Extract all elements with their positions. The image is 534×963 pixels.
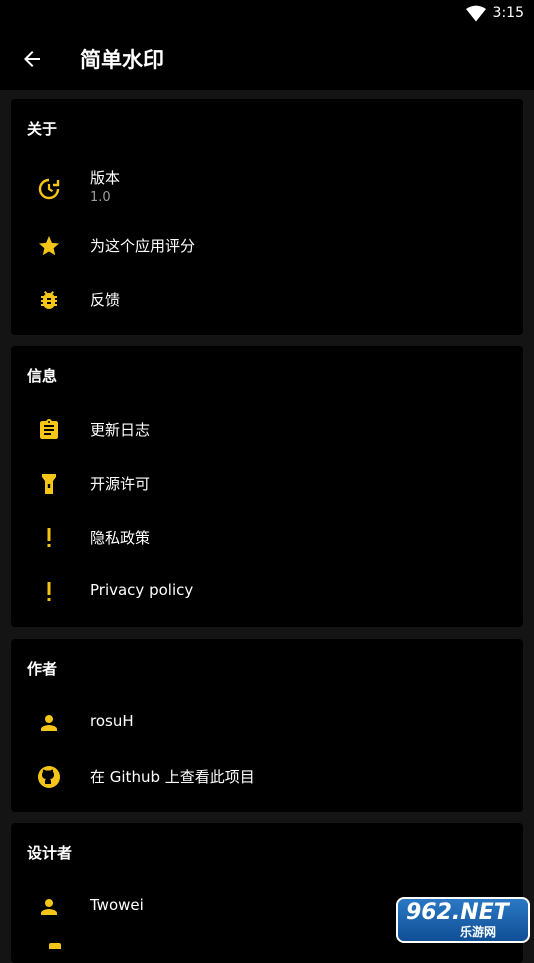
github-label: 在 Github 上查看此项目	[90, 768, 255, 786]
privacy-policy-cn-item[interactable]: 隐私政策	[11, 511, 523, 565]
feedback-label: 反馈	[90, 291, 121, 309]
info-card: 信息 更新日志 开源许可 隐私政策 Privacy policy	[11, 346, 523, 627]
author-section-title: 作者	[27, 660, 58, 678]
designer-section-title: 设计者	[27, 844, 73, 862]
back-arrow-icon[interactable]	[20, 47, 44, 71]
info-section-title: 信息	[27, 367, 58, 385]
version-label: 版本	[90, 169, 121, 187]
partial-icon	[49, 943, 61, 949]
github-item[interactable]: 在 Github 上查看此项目	[11, 750, 523, 804]
open-source-license-label: 开源许可	[90, 475, 151, 493]
version-value: 1.0	[90, 190, 111, 205]
author-card: 作者 rosuH 在 Github 上查看此项目	[11, 639, 523, 812]
github-icon	[38, 766, 60, 788]
update-clock-icon	[38, 178, 60, 200]
clipboard-icon	[40, 419, 58, 439]
rate-app-item[interactable]: 为这个应用评分	[11, 219, 523, 273]
privacy-policy-cn-label: 隐私政策	[90, 529, 151, 547]
about-card: 关于 版本 1.0 为这个应用评分 反馈	[11, 99, 523, 335]
privacy-policy-en-item[interactable]: Privacy policy	[11, 565, 523, 619]
exclamation-icon	[47, 528, 51, 547]
changelog-label: 更新日志	[90, 421, 151, 439]
changelog-item[interactable]: 更新日志	[11, 403, 523, 457]
open-source-license-item[interactable]: 开源许可	[11, 457, 523, 511]
status-time: 3:15	[492, 5, 524, 21]
exclamation-icon	[47, 582, 51, 601]
designer-name: Twowei	[90, 896, 144, 914]
about-section-title: 关于	[27, 120, 58, 138]
person-icon	[41, 715, 57, 731]
app-bar: 简单水印	[0, 28, 534, 90]
flashlight-icon	[42, 474, 56, 494]
wifi-icon	[466, 5, 486, 22]
feedback-item[interactable]: 反馈	[11, 273, 523, 327]
page-title: 简单水印	[80, 48, 164, 72]
author-name: rosuH	[90, 712, 134, 730]
watermark-text-bottom: 乐游网	[460, 925, 497, 939]
site-watermark: 962.NET 乐游网	[396, 897, 530, 943]
person-icon	[41, 899, 57, 915]
rate-app-label: 为这个应用评分	[90, 237, 196, 255]
star-icon	[39, 236, 59, 256]
bug-icon	[41, 291, 57, 309]
version-item[interactable]: 版本 1.0	[11, 161, 523, 217]
watermark-text-top: 962.NET	[406, 900, 509, 925]
status-bar: 3:15	[0, 0, 534, 28]
privacy-policy-en-label: Privacy policy	[90, 581, 194, 599]
author-item[interactable]: rosuH	[11, 696, 523, 750]
